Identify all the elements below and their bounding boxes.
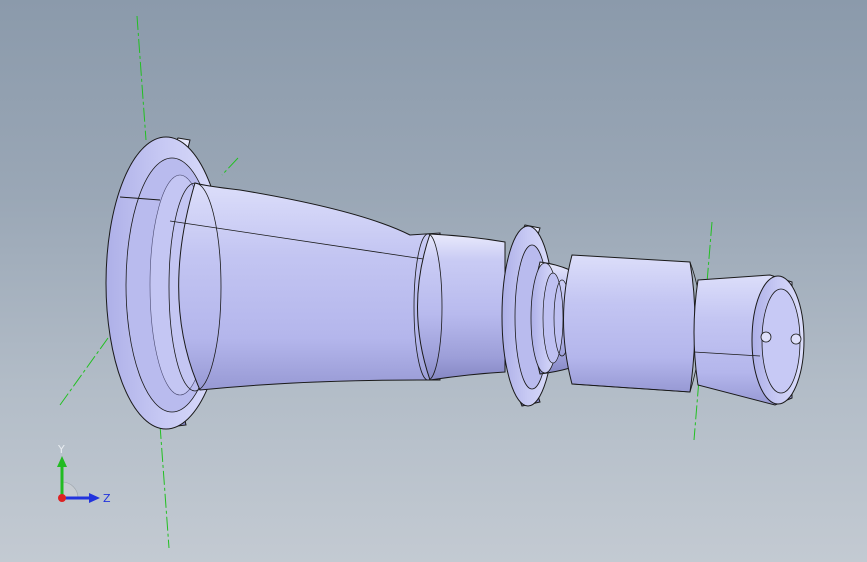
taper-piece xyxy=(563,254,702,393)
graphics-viewport[interactable]: Y Z xyxy=(0,0,867,562)
y-axis-label: Y xyxy=(57,443,65,456)
collet-nose xyxy=(693,274,805,406)
x-axis-icon xyxy=(58,494,66,502)
collar xyxy=(413,233,506,381)
tapered-body xyxy=(168,182,441,392)
z-axis-label: Z xyxy=(103,492,111,505)
y-axis-arrow-icon xyxy=(57,456,67,467)
part-model[interactable] xyxy=(0,0,867,562)
view-triad: Y Z xyxy=(57,443,111,505)
z-axis-arrow-icon xyxy=(89,493,100,503)
